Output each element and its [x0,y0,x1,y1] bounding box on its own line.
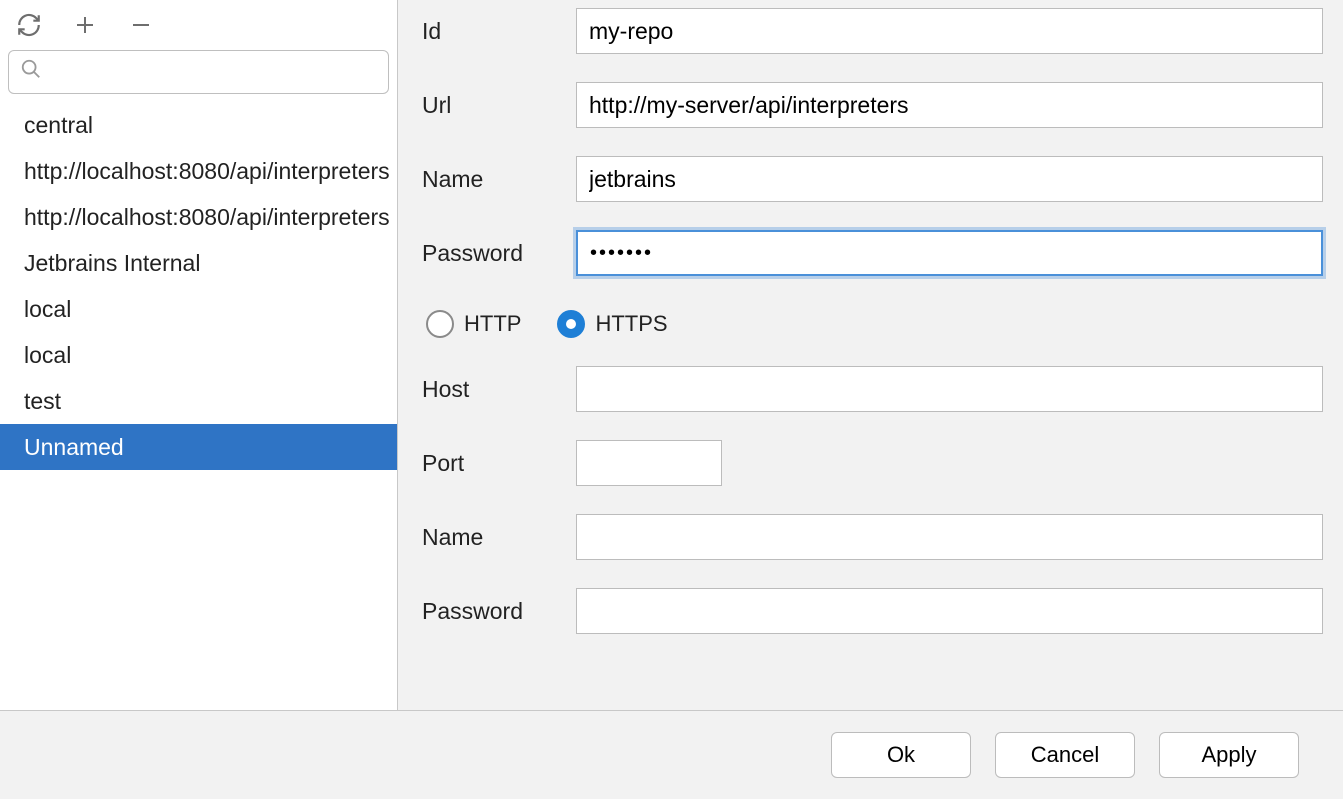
plus-icon [73,13,97,37]
sidebar-toolbar [0,0,397,46]
repo-list-item[interactable]: local [0,332,397,378]
apply-button[interactable]: Apply [1159,732,1299,778]
add-button[interactable] [70,10,100,40]
remove-button[interactable] [126,10,156,40]
ok-button[interactable]: Ok [831,732,971,778]
cancel-button[interactable]: Cancel [995,732,1135,778]
repo-list-item[interactable]: http://localhost:8080/api/interpreters [0,194,397,240]
repo-list-item[interactable]: Jetbrains Internal [0,240,397,286]
search-input[interactable] [8,50,389,94]
repo-list-item[interactable]: http://localhost:8080/api/interpreters [0,148,397,194]
host-input[interactable] [576,366,1323,412]
url-input[interactable] [576,82,1323,128]
proxy-name-label: Name [422,524,576,551]
sidebar: centralhttp://localhost:8080/api/interpr… [0,0,398,710]
search-icon [20,58,42,86]
port-label: Port [422,450,576,477]
refresh-icon [16,12,42,38]
id-input[interactable] [576,8,1323,54]
protocol-https-radio[interactable]: HTTPS [557,310,667,338]
repo-list-item[interactable]: local [0,286,397,332]
search-box [8,50,389,94]
repo-list[interactable]: centralhttp://localhost:8080/api/interpr… [0,102,397,710]
main-area: centralhttp://localhost:8080/api/interpr… [0,0,1343,711]
id-label: Id [422,18,576,45]
name-label: Name [422,166,576,193]
host-label: Host [422,376,576,403]
button-bar: Ok Cancel Apply [0,711,1343,799]
password-label: Password [422,240,576,267]
repo-list-item[interactable]: central [0,102,397,148]
name-input[interactable] [576,156,1323,202]
password-input[interactable] [576,230,1323,276]
search-wrap [0,46,397,102]
protocol-http-label: HTTP [464,311,521,337]
proxy-name-input[interactable] [576,514,1323,560]
protocol-https-label: HTTPS [595,311,667,337]
form-panel: Id Url Name Password HTTP [398,0,1343,710]
url-label: Url [422,92,576,119]
repo-list-item[interactable]: Unnamed [0,424,397,470]
protocol-radio-group: HTTP HTTPS [422,310,1323,338]
settings-dialog: centralhttp://localhost:8080/api/interpr… [0,0,1343,799]
port-input[interactable] [576,440,722,486]
repo-list-item[interactable]: test [0,378,397,424]
refresh-button[interactable] [14,10,44,40]
proxy-password-input[interactable] [576,588,1323,634]
radio-icon [557,310,585,338]
protocol-http-radio[interactable]: HTTP [426,310,521,338]
radio-icon [426,310,454,338]
proxy-password-label: Password [422,598,576,625]
minus-icon [129,13,153,37]
